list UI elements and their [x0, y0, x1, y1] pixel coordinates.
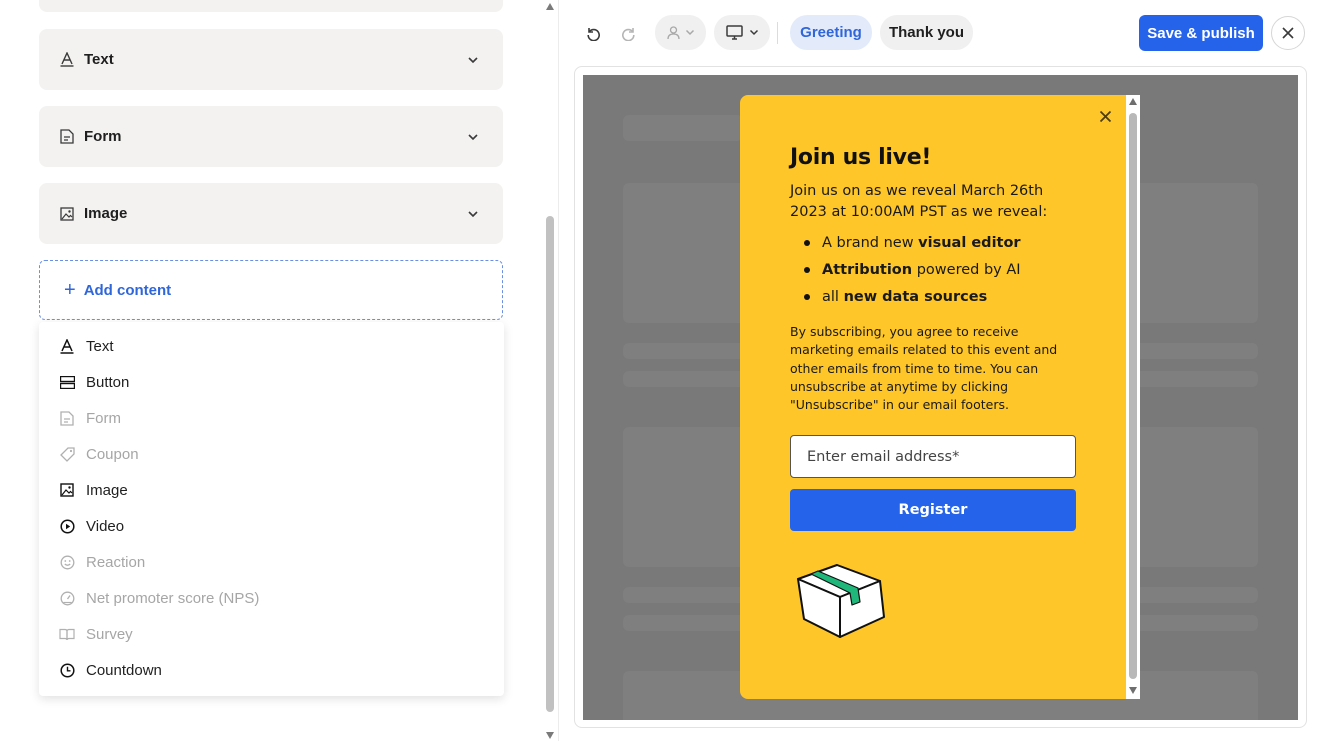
section-label: Form — [84, 128, 122, 145]
email-field[interactable]: Enter email address* — [790, 435, 1076, 478]
bullet-dot — [804, 293, 810, 300]
chevron-down-icon[interactable] — [465, 129, 481, 145]
menu-item-button[interactable]: Button — [39, 364, 504, 400]
menu-item-label: Image — [86, 481, 128, 499]
left-panel: Text Form Image + Add content Text Butto… — [0, 0, 542, 741]
menu-item-form[interactable]: Form — [39, 400, 504, 436]
device-dropdown[interactable] — [714, 15, 770, 50]
video-icon — [59, 518, 75, 534]
menu-item-label: Button — [86, 373, 130, 391]
menu-item-label: Form — [86, 409, 121, 427]
popup-preview: Join us live! Join us on as we reveal Ma… — [740, 95, 1128, 699]
coupon-icon — [59, 446, 75, 462]
chevron-down-icon[interactable] — [465, 206, 481, 222]
toolbar-divider — [777, 22, 778, 44]
popup-close-icon[interactable] — [1096, 107, 1114, 125]
scroll-down-arrow[interactable] — [1129, 687, 1137, 694]
package-box-icon — [792, 557, 888, 643]
add-content-label: Add content — [83, 281, 172, 299]
menu-item-nps[interactable]: Net promoter score (NPS) — [39, 580, 504, 616]
tab-thank-you[interactable]: Thank you — [880, 15, 973, 50]
menu-item-text[interactable]: Text — [39, 328, 504, 364]
scroll-up-arrow[interactable] — [546, 3, 554, 10]
close-icon — [1281, 26, 1295, 40]
menu-item-label: Text — [86, 337, 114, 355]
gauge-icon — [59, 590, 75, 606]
placeholder-block — [623, 115, 743, 141]
save-publish-button[interactable]: Save & publish — [1139, 15, 1263, 51]
scroll-up-arrow[interactable] — [1129, 98, 1137, 105]
left-scrollbar-thumb[interactable] — [546, 216, 554, 712]
scroll-down-arrow[interactable] — [546, 732, 554, 739]
section-image[interactable]: Image — [39, 183, 503, 244]
image-icon — [59, 482, 75, 498]
register-button[interactable]: Register — [790, 489, 1076, 531]
popup-legal-text: By subscribing, you agree to receive mar… — [790, 324, 1058, 413]
image-icon — [59, 206, 75, 222]
form-icon — [59, 129, 75, 145]
collapsed-section-top[interactable] — [39, 0, 503, 12]
add-content-button[interactable]: + Add content — [39, 260, 503, 320]
popup-intro: Join us on as we reveal March 26th 2023 … — [790, 183, 1048, 220]
audience-dropdown[interactable] — [655, 15, 706, 50]
bullet-dot — [804, 266, 810, 273]
menu-item-label: Video — [86, 517, 125, 535]
menu-item-label: Survey — [86, 625, 133, 643]
chevron-down-icon — [685, 29, 695, 36]
bullet-bold: new data sources — [843, 288, 988, 305]
tab-greeting[interactable]: Greeting — [790, 15, 872, 50]
menu-item-video[interactable]: Video — [39, 508, 504, 544]
section-label: Text — [84, 51, 114, 68]
form-icon — [59, 410, 75, 426]
popup-scrollbar[interactable] — [1126, 95, 1140, 699]
menu-item-label: Net promoter score (NPS) — [86, 589, 260, 607]
user-icon — [666, 25, 681, 40]
menu-item-survey[interactable]: Survey — [39, 616, 504, 652]
redo-icon[interactable] — [620, 24, 638, 42]
smiley-icon — [59, 554, 75, 570]
clock-icon — [59, 662, 75, 678]
section-label: Image — [84, 205, 128, 222]
chevron-down-icon — [749, 29, 759, 36]
chevron-down-icon[interactable] — [465, 52, 481, 68]
section-text[interactable]: Text — [39, 29, 503, 90]
menu-item-countdown[interactable]: Countdown — [39, 652, 504, 688]
menu-item-label: Reaction — [86, 553, 146, 571]
bullet-text: powered by AI — [912, 261, 1021, 278]
text-format-icon — [59, 52, 75, 68]
undo-icon[interactable] — [584, 24, 602, 42]
popup-scrollbar-thumb[interactable] — [1129, 113, 1137, 679]
menu-item-image[interactable]: Image — [39, 472, 504, 508]
section-form[interactable]: Form — [39, 106, 503, 167]
menu-item-label: Countdown — [86, 661, 162, 679]
add-content-menu: Text Button Form Coupon Image Video Reac… — [39, 322, 504, 696]
list-item: all new data sources — [802, 283, 1021, 310]
desktop-icon — [725, 25, 743, 40]
menu-item-coupon[interactable]: Coupon — [39, 436, 504, 472]
popup-title: Join us live! — [790, 145, 932, 170]
plus-icon: + — [64, 279, 76, 301]
bullet-bold: Attribution — [822, 261, 913, 278]
popup-bullet-list: A brand new visual editor Attribution po… — [802, 229, 1021, 310]
close-editor-button[interactable] — [1271, 16, 1305, 50]
list-item: A brand new visual editor — [802, 229, 1021, 256]
book-icon — [59, 626, 75, 642]
bullet-bold: visual editor — [918, 234, 1021, 251]
menu-item-label: Coupon — [86, 445, 139, 463]
bullet-dot — [804, 239, 810, 246]
list-item: Attribution powered by AI — [802, 256, 1021, 283]
bullet-text: all — [822, 288, 844, 305]
menu-item-reaction[interactable]: Reaction — [39, 544, 504, 580]
text-format-icon — [59, 338, 75, 354]
bullet-text: A brand new — [822, 234, 919, 251]
button-icon — [59, 374, 75, 390]
